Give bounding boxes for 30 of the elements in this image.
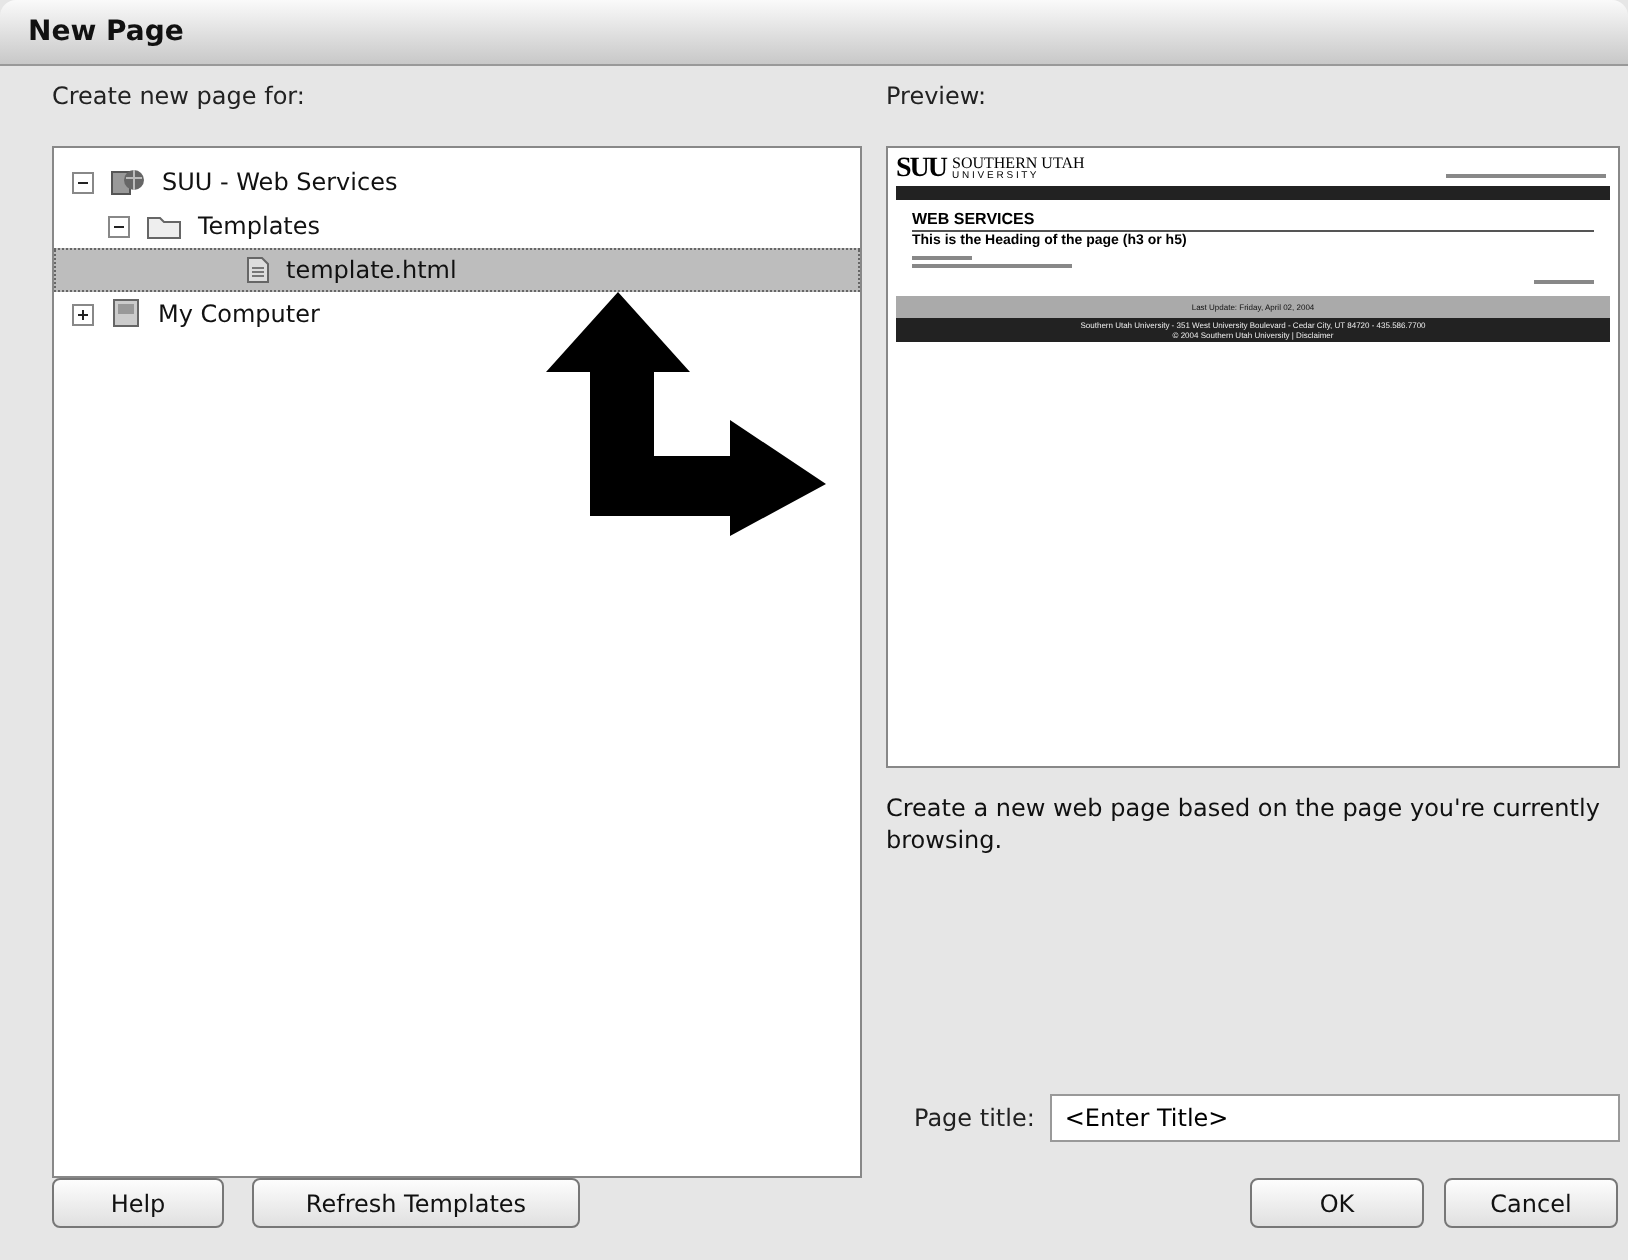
collapse-icon[interactable] [72, 171, 94, 193]
folder-icon [146, 212, 182, 240]
computer-icon [110, 298, 142, 330]
expand-icon[interactable] [72, 303, 94, 325]
tree-item[interactable]: template.html [54, 248, 860, 292]
dialog-button[interactable]: Cancel [1444, 1178, 1618, 1228]
tree-item[interactable]: SUU - Web Services [54, 160, 860, 204]
globe-computer-icon [110, 166, 146, 198]
page-title-field[interactable]: <Enter Title> [1050, 1094, 1620, 1142]
tree-label: SUU - Web Services [162, 168, 398, 196]
preview-label: Preview: [886, 82, 989, 110]
tree-item[interactable]: Templates [54, 204, 860, 248]
logo: SUU [896, 158, 947, 182]
tree-label-heading: Create new page for: [52, 82, 307, 110]
collapse-icon[interactable] [108, 215, 130, 237]
page-title-label: Page title: [914, 1104, 1035, 1132]
tree-label: template.html [286, 256, 457, 284]
dialog-button[interactable]: Help [52, 1178, 224, 1228]
tree-label: Templates [198, 212, 321, 240]
section-title: WEB SERVICES [912, 210, 1037, 228]
dialog-button[interactable]: OK [1250, 1178, 1424, 1228]
tree-item[interactable]: My Computer [54, 292, 860, 336]
text-line [912, 256, 972, 260]
tree-label: My Computer [158, 300, 320, 328]
logo-name: SOUTHERN UTAH [952, 156, 1085, 172]
file-icon [246, 256, 270, 284]
dialog-button[interactable]: Refresh Templates [252, 1178, 580, 1228]
text-line [1534, 280, 1594, 284]
window-title: New Page [28, 16, 184, 48]
description: Create a new web page based on the page you're currently browsing. [886, 792, 1602, 856]
